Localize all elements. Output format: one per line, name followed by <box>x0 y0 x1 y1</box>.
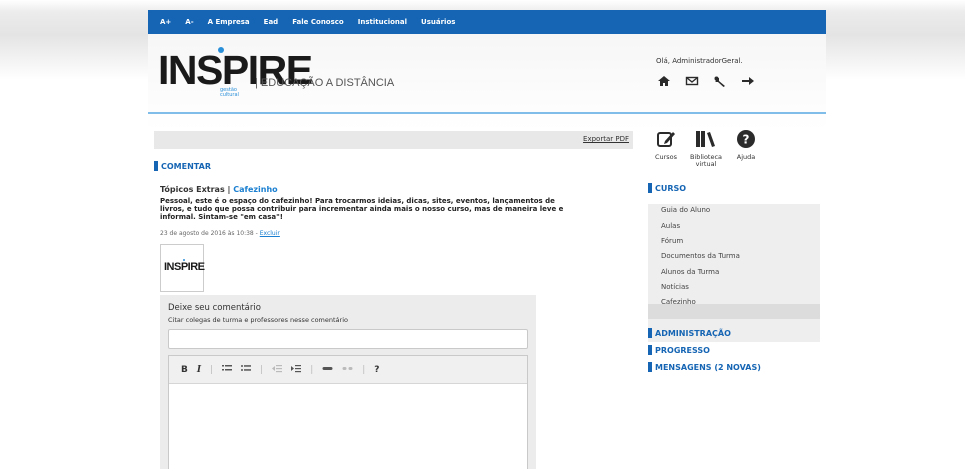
user-greeting: Olá, AdministradorGeral. <box>656 57 743 65</box>
unlink-icon[interactable] <box>342 364 353 376</box>
top-nav: A+ A- A Empresa Ead Fale Conosco Institu… <box>148 10 826 34</box>
sidebar-curso-header[interactable]: CURSO <box>648 183 686 193</box>
section-marker <box>154 161 158 171</box>
tool-ajuda[interactable]: ? Ajuda <box>726 129 766 168</box>
sidebar-progresso[interactable]: PROGRESSO <box>648 345 710 355</box>
logo-subtitle: gestão cultural <box>220 88 239 98</box>
sidebar-mensagens-title: MENSAGENS (2 NOVAS) <box>655 362 761 372</box>
author-avatar: INSPIRE <box>160 244 205 292</box>
section-marker <box>648 345 652 355</box>
post-date: 23 de agosto de 2016 às 10:38 - <box>160 230 260 237</box>
tool-biblioteca-label-2: virtual <box>695 160 717 168</box>
help-button[interactable]: ? <box>374 365 379 375</box>
post-prefix: Tópicos Extras | <box>160 185 234 194</box>
bold-button[interactable]: B <box>181 365 188 375</box>
ordered-list-icon[interactable] <box>222 364 233 376</box>
export-pdf-link[interactable]: Exportar PDF <box>583 135 629 143</box>
post-meta: 23 de agosto de 2016 às 10:38 - Excluir <box>160 230 280 237</box>
nav-ead[interactable]: Ead <box>264 18 279 26</box>
nav-fale-conosco[interactable]: Fale Conosco <box>292 18 344 26</box>
sidebar-item-guia-do-aluno[interactable]: Guia do Aluno <box>661 206 710 214</box>
editor-toolbar: B I | | | | ? <box>169 356 527 384</box>
section-comentar: COMENTAR <box>154 161 211 171</box>
tool-cursos-label: Cursos <box>654 153 678 161</box>
quick-tools: Cursos Biblioteca virtual ? Ajuda <box>646 129 766 168</box>
mail-icon[interactable] <box>685 74 699 88</box>
books-icon <box>696 131 715 147</box>
sidebar-curso-title: CURSO <box>655 183 687 193</box>
nav-a-empresa[interactable]: A Empresa <box>208 18 250 26</box>
toolbar-separator: | <box>362 364 366 375</box>
sidebar-administracao-title: ADMINISTRAÇÃO <box>655 328 731 338</box>
increase-font-link[interactable]: A+ <box>160 18 171 26</box>
sidebar-mensagens[interactable]: MENSAGENS (2 NOVAS) <box>648 362 761 372</box>
home-icon[interactable] <box>657 74 671 88</box>
logo-sub-line-2: cultural <box>220 92 239 98</box>
section-marker <box>648 183 652 193</box>
nav-usuarios[interactable]: Usuários <box>421 18 455 26</box>
wrench-icon[interactable] <box>713 74 727 88</box>
decrease-font-link[interactable]: A- <box>185 18 193 26</box>
toolbar-separator: | <box>310 364 314 375</box>
comment-editor[interactable]: B I | | | | ? <box>168 355 528 469</box>
page-container: A+ A- A Empresa Ead Fale Conosco Institu… <box>148 10 826 469</box>
tool-ajuda-label: Ajuda <box>736 153 756 161</box>
section-comentar-title: COMENTAR <box>161 161 211 171</box>
sidebar-active-highlight <box>648 304 820 319</box>
mention-input[interactable] <box>168 329 528 349</box>
sidebar-item-alunos[interactable]: Alunos da Turma <box>661 268 719 276</box>
logout-arrow-icon[interactable] <box>741 74 755 88</box>
post-title: Tópicos Extras | Cafezinho <box>160 185 278 194</box>
comment-form: Deixe seu comentário Citar colegas de tu… <box>160 295 536 469</box>
post-category-link[interactable]: Cafezinho <box>233 185 277 194</box>
post-body: Pessoal, este é o espaço do cafezinho! P… <box>160 197 564 221</box>
indent-icon[interactable] <box>291 364 302 376</box>
section-marker <box>648 328 652 338</box>
outdent-icon[interactable] <box>272 364 283 376</box>
user-actions <box>657 74 755 88</box>
comment-form-title: Deixe seu comentário <box>168 303 261 313</box>
header-divider <box>148 112 826 114</box>
toolbar-separator: | <box>210 364 214 375</box>
pencil-square-icon <box>657 132 675 147</box>
sidebar-item-noticias[interactable]: Notícias <box>661 283 689 291</box>
bullet-list-icon[interactable] <box>241 364 252 376</box>
avatar-logo-dot <box>183 259 185 261</box>
help-icon: ? <box>737 130 755 148</box>
sidebar-item-cafezinho[interactable]: Cafezinho <box>661 298 696 306</box>
avatar-logo-text: INSPIRE <box>164 261 205 273</box>
tool-biblioteca[interactable]: Biblioteca virtual <box>686 129 726 168</box>
toolbar-separator: | <box>260 364 264 375</box>
link-icon[interactable] <box>322 364 333 376</box>
nav-institucional[interactable]: Institucional <box>358 18 407 26</box>
italic-button[interactable]: I <box>197 365 201 375</box>
tool-cursos[interactable]: Cursos <box>646 129 686 168</box>
sidebar-administracao[interactable]: ADMINISTRAÇÃO <box>648 328 731 338</box>
delete-post-link[interactable]: Excluir <box>260 230 280 237</box>
sidebar-item-forum[interactable]: Fórum <box>661 237 683 245</box>
content-toolbar: Exportar PDF <box>154 131 633 149</box>
site-tagline: | EDUCAÇÃO A DISTÂNCIA <box>255 77 395 89</box>
section-marker <box>648 362 652 372</box>
sidebar-item-aulas[interactable]: Aulas <box>661 222 680 230</box>
svg-text:?: ? <box>743 133 750 147</box>
sidebar-item-documentos[interactable]: Documentos da Turma <box>661 252 740 260</box>
comment-mention-label: Citar colegas de turma e professores nes… <box>168 316 348 324</box>
sidebar-progresso-title: PROGRESSO <box>655 345 710 355</box>
logo-dot <box>218 47 224 53</box>
